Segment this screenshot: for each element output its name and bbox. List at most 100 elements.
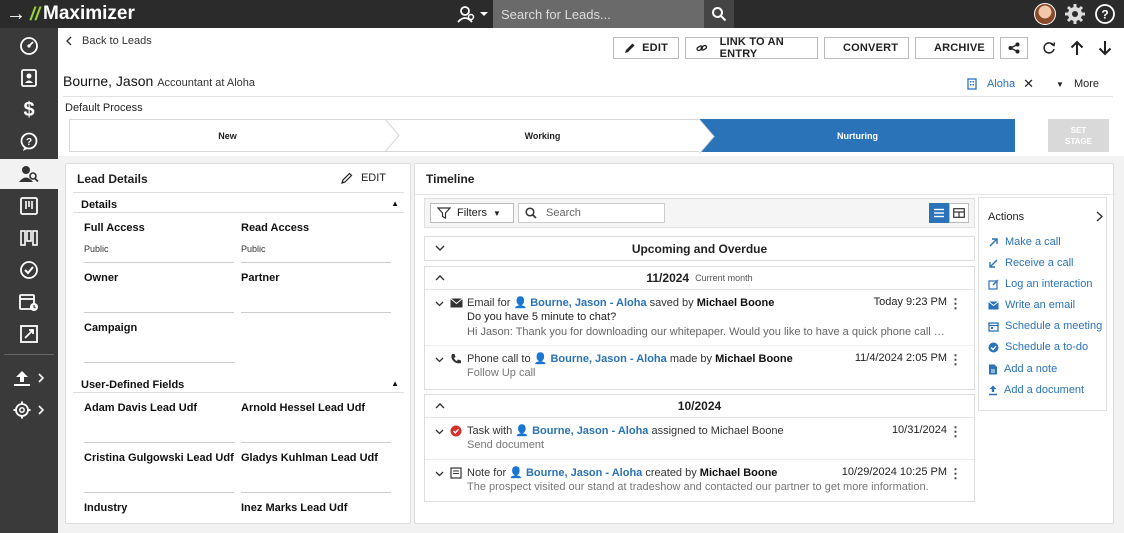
refresh-icon [1043, 42, 1056, 54]
chevron-up-icon[interactable] [435, 271, 445, 288]
log-interaction-icon [988, 279, 999, 290]
previous-record-button[interactable] [1066, 37, 1088, 59]
edit-button[interactable]: EDIT [613, 37, 679, 59]
chevron-down-icon[interactable] [435, 468, 444, 482]
search-type-selector[interactable] [456, 4, 492, 24]
filters-dropdown[interactable]: Filters ▼ [430, 203, 514, 223]
meeting-icon [988, 321, 999, 332]
upcoming-group-header[interactable]: Upcoming and Overdue [425, 237, 974, 260]
entry-time: 10/29/2024 10:25 PM [841, 466, 947, 478]
chevron-up-icon[interactable] [435, 399, 445, 416]
sidebar-item-opportunities[interactable]: $ [0, 95, 58, 125]
lead-search-icon [457, 6, 488, 23]
share-button[interactable] [1000, 37, 1028, 59]
sidebar-item-calendar[interactable] [0, 287, 58, 317]
archive-button[interactable]: ARCHIVE [915, 37, 994, 59]
user-avatar[interactable] [1034, 3, 1056, 25]
udf-field: Gladys Kuhlman Lead Udf [241, 452, 391, 493]
next-record-button[interactable] [1094, 37, 1116, 59]
sidebar-item-administration[interactable] [0, 395, 58, 425]
sidebar-item-customer-service[interactable]: ? [0, 127, 58, 157]
chevron-down-icon[interactable] [435, 298, 444, 312]
chevron-down-icon[interactable] [435, 426, 444, 440]
add-note-action[interactable]: Add a note [988, 363, 1057, 375]
maximizer-logo[interactable]: → // Maximizer [6, 2, 135, 26]
sidebar-item-campaigns[interactable] [0, 191, 58, 221]
sidebar-item-leads[interactable] [0, 159, 58, 189]
udf-section-header[interactable]: User-Defined Fields ▲ [81, 379, 399, 391]
building-icon [967, 78, 977, 90]
stage-nurturing[interactable]: Nurturing [699, 119, 1015, 154]
sidebar-item-contacts[interactable] [0, 63, 58, 93]
actions-header[interactable]: Actions [988, 211, 1104, 225]
chevron-down-icon[interactable] [435, 241, 445, 258]
grid-view-icon [953, 208, 965, 218]
owner-field: Owner [84, 272, 234, 313]
entry-more-menu-icon[interactable]: ⋮ [949, 352, 962, 368]
sidebar-item-reports[interactable] [0, 319, 58, 349]
schedule-meeting-action[interactable]: Schedule a meeting [988, 320, 1102, 332]
entry-more-menu-icon[interactable]: ⋮ [949, 424, 962, 440]
gear-icon[interactable] [1064, 3, 1086, 25]
timeline-entry[interactable]: Email for 👤 Bourne, Jason - Aloha saved … [425, 290, 974, 346]
grid-view-button[interactable] [949, 203, 969, 223]
entry-summary: Task with 👤 Bourne, Jason - Aloha assign… [467, 425, 784, 437]
company-tag-label[interactable]: Aloha [987, 78, 1015, 90]
chevron-right-icon[interactable] [1096, 211, 1104, 225]
sidebar-item-tasks[interactable] [0, 255, 58, 285]
menu-toggle-icon[interactable]: → [6, 3, 26, 26]
stage-new[interactable]: New [69, 119, 385, 152]
entry-more-menu-icon[interactable]: ⋮ [949, 466, 962, 482]
lead-full-name: Bourne, Jason [63, 73, 154, 89]
lead-link[interactable]: Bourne, Jason - Aloha [526, 467, 642, 479]
receive-call-action[interactable]: Receive a call [988, 257, 1073, 269]
stage-working[interactable]: Working [385, 119, 700, 152]
global-search-input[interactable]: Search for Leads... [493, 0, 704, 28]
timeline-entry[interactable]: Phone call to 👤 Bourne, Jason - Aloha ma… [425, 346, 974, 388]
list-view-button[interactable] [929, 203, 949, 223]
sidebar-item-import[interactable] [0, 363, 58, 393]
main-content: Back to Leads EDIT LINK TO AN ENTRY CONV… [58, 28, 1124, 533]
month-group-header[interactable]: 11/2024 Current month [425, 267, 974, 290]
search-button[interactable] [704, 0, 734, 28]
udf-field: Cristina Gulgowski Lead Udf [84, 452, 234, 493]
timeline-entry[interactable]: Note for 👤 Bourne, Jason - Aloha created… [425, 460, 974, 502]
log-interaction-action[interactable]: Log an interaction [988, 278, 1092, 290]
upload-document-icon [989, 385, 997, 395]
refresh-button[interactable] [1038, 37, 1060, 59]
email-icon [988, 300, 999, 309]
month-group-header[interactable]: 10/2024 [425, 395, 974, 418]
link-to-entry-button[interactable]: LINK TO AN ENTRY [685, 36, 818, 60]
todo-icon [988, 342, 999, 352]
caret-down-icon [480, 12, 488, 16]
lead-details-edit-button[interactable]: EDIT [340, 172, 386, 184]
leads-icon [19, 166, 39, 183]
set-stage-button[interactable]: SET STAGE [1048, 119, 1109, 152]
lead-link[interactable]: Bourne, Jason - Aloha [530, 297, 646, 309]
lead-link[interactable]: Bourne, Jason - Aloha [550, 353, 666, 365]
details-section-header[interactable]: Details ▲ [81, 199, 399, 211]
left-sidebar: $ ? [0, 28, 58, 533]
entry-more-menu-icon[interactable]: ⋮ [949, 296, 962, 312]
remove-company-icon[interactable]: ✕ [1023, 76, 1034, 92]
company-tag[interactable]: Aloha ✕ [967, 76, 1034, 92]
more-label: More [1073, 78, 1099, 90]
timeline-entry[interactable]: Task with 👤 Bourne, Jason - Aloha assign… [425, 418, 974, 460]
more-dropdown[interactable]: ▼ More [1056, 78, 1099, 90]
lead-link[interactable]: Bourne, Jason - Aloha [532, 425, 648, 437]
schedule-todo-action[interactable]: Schedule a to-do [988, 341, 1088, 353]
collapse-caret-icon[interactable]: ▲ [391, 199, 399, 211]
chevron-down-icon[interactable] [435, 354, 444, 368]
sidebar-item-dashboard[interactable] [0, 31, 58, 61]
phone-icon [449, 352, 463, 366]
sidebar-item-pipeline[interactable] [0, 223, 58, 253]
write-email-action[interactable]: Write an email [988, 299, 1075, 311]
add-document-action[interactable]: Add a document [988, 384, 1084, 396]
back-to-leads-link[interactable]: Back to Leads [66, 35, 152, 47]
make-call-action[interactable]: Make a call [988, 236, 1061, 248]
collapse-caret-icon[interactable]: ▲ [391, 379, 399, 391]
timeline-search-input[interactable]: Search [518, 203, 665, 223]
section-divider [73, 392, 404, 393]
help-icon[interactable]: ? [1094, 3, 1116, 25]
convert-button[interactable]: CONVERT [824, 37, 909, 59]
